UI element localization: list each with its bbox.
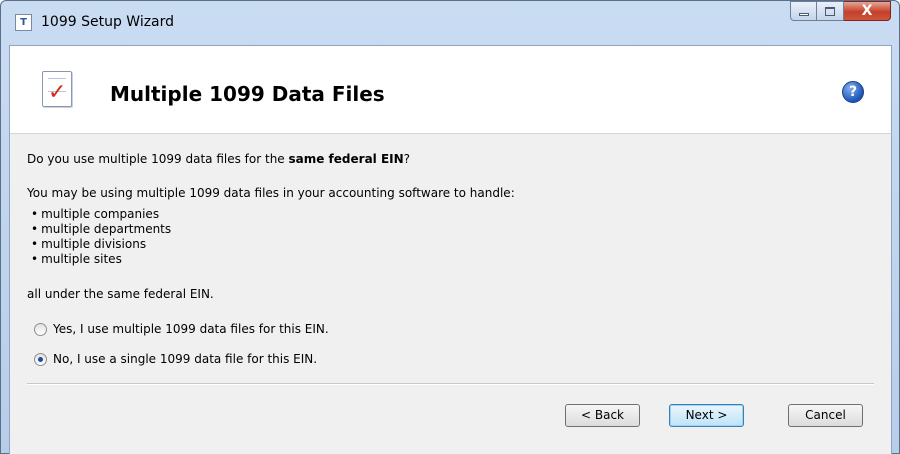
option-no-label[interactable]: No, I use a single 1099 data file for th…: [53, 352, 317, 366]
back-button[interactable]: < Back: [565, 404, 640, 427]
next-button[interactable]: Next >: [669, 404, 744, 427]
list-item: multiple sites: [31, 252, 171, 267]
help-icon[interactable]: ?: [842, 81, 864, 103]
app-icon: T: [15, 14, 32, 31]
header-panel: ✓ Multiple 1099 Data Files ?: [10, 46, 891, 134]
radio-yes[interactable]: [34, 322, 47, 336]
question-suffix: ?: [403, 152, 411, 166]
checkmark-icon: ✓: [48, 80, 67, 105]
maximize-button[interactable]: [817, 1, 844, 21]
list-item: multiple companies: [31, 207, 171, 222]
separator: [27, 383, 874, 385]
option-single-file[interactable]: No, I use a single 1099 data file for th…: [34, 352, 317, 366]
title-bar[interactable]: T 1099 Setup Wizard X: [1, 1, 899, 45]
list-item: multiple divisions: [31, 237, 171, 252]
close-button[interactable]: X: [844, 1, 891, 21]
minimize-icon: [799, 13, 809, 16]
question-prefix: Do you use multiple 1099 data files for …: [27, 152, 289, 166]
intro-text: You may be using multiple 1099 data file…: [27, 186, 515, 200]
page-title: Multiple 1099 Data Files: [110, 82, 385, 106]
caption-buttons: X: [790, 1, 891, 23]
radio-no[interactable]: [34, 352, 47, 366]
outro-text: all under the same federal EIN.: [27, 287, 214, 301]
list-item: multiple departments: [31, 222, 171, 237]
wizard-window: T 1099 Setup Wizard X ✓ Multiple 1099 Da…: [0, 0, 900, 454]
close-icon: X: [861, 3, 873, 19]
cancel-button[interactable]: Cancel: [788, 404, 863, 427]
bullet-list: multiple companies multiple departments …: [31, 207, 171, 267]
question-text: Do you use multiple 1099 data files for …: [27, 152, 410, 166]
maximize-icon: [825, 7, 835, 16]
checklist-icon: ✓: [42, 71, 72, 107]
option-yes-label[interactable]: Yes, I use multiple 1099 data files for …: [53, 322, 329, 336]
wizard-body: ✓ Multiple 1099 Data Files ? Do you use …: [9, 45, 892, 454]
option-multiple-files[interactable]: Yes, I use multiple 1099 data files for …: [34, 322, 329, 336]
minimize-button[interactable]: [790, 1, 817, 21]
question-emphasis: same federal EIN: [288, 152, 404, 166]
window-title: 1099 Setup Wizard: [41, 14, 175, 30]
